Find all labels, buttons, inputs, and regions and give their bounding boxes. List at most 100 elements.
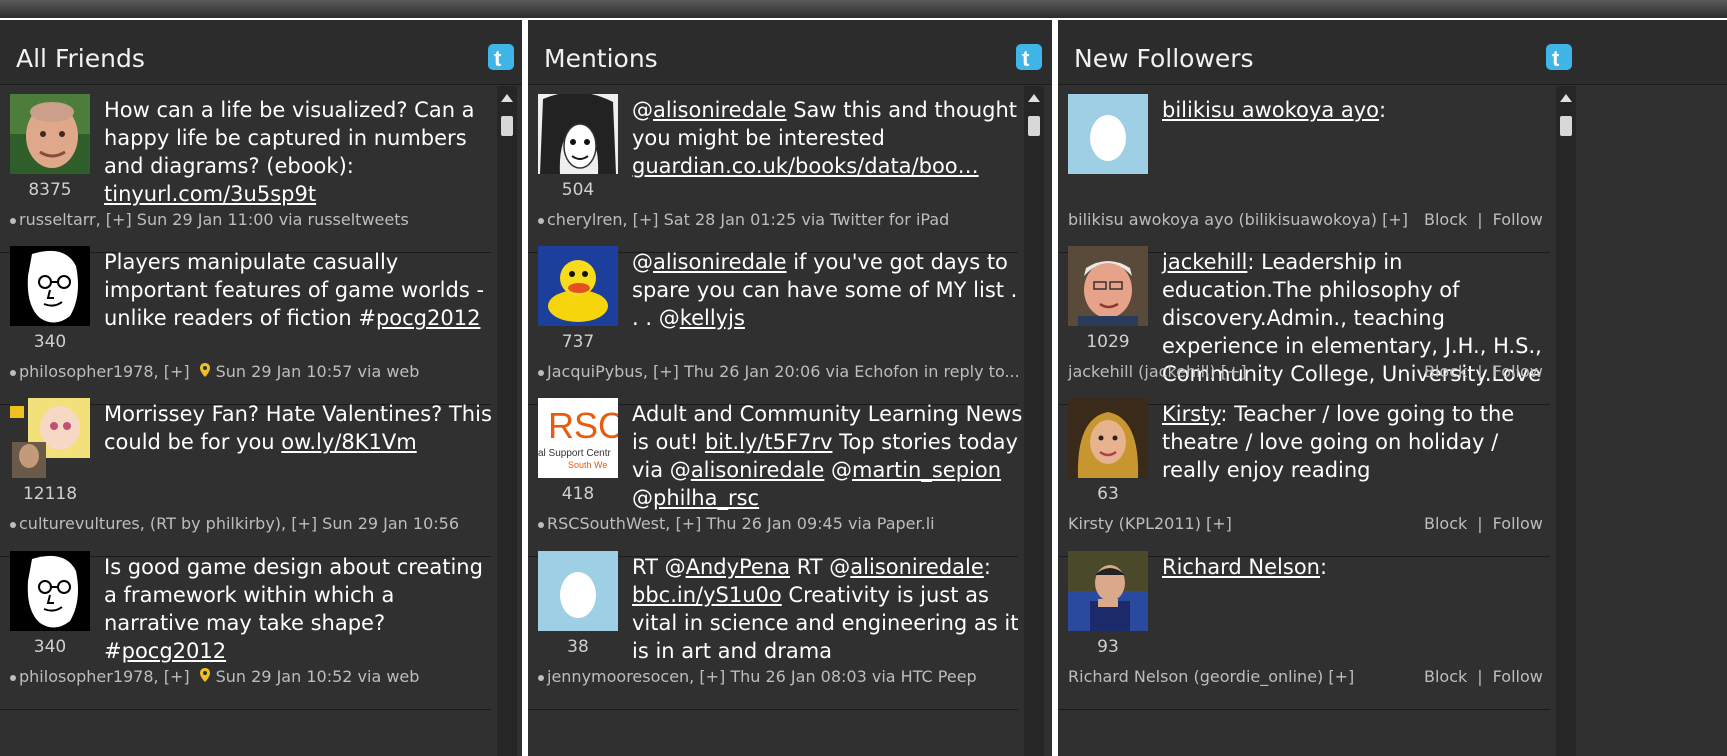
block-button[interactable]: Block	[1424, 667, 1467, 686]
tweet-link[interactable]: philha_rsc	[653, 486, 759, 510]
tweet-link[interactable]: alisoniredale	[653, 250, 787, 274]
tweet-meta: jackehill (jackehill) [+]	[1068, 362, 1247, 381]
tweet-item[interactable]: Is good game design about creating a fra…	[0, 543, 491, 710]
tweet-link[interactable]: jackehill	[1162, 250, 1247, 274]
follower-count: 340	[33, 637, 67, 657]
tweet-item[interactable]: @alisoniredale Saw this and thought you …	[528, 86, 1018, 253]
scroll-up-arrow-icon[interactable]	[1560, 94, 1572, 102]
scroll-up-arrow-icon[interactable]	[1028, 94, 1040, 102]
meta-text: culturevultures, (RT by philkirby), [+] …	[19, 514, 459, 533]
avatar[interactable]	[10, 398, 90, 478]
follower-count: 93	[1097, 637, 1119, 657]
location-pin-icon[interactable]	[199, 362, 210, 381]
twitter-icon[interactable]: t	[488, 42, 514, 72]
tweet-text-segment: RT @	[790, 555, 851, 579]
tweet-link[interactable]: AndyPena	[686, 555, 790, 579]
bullet-icon	[10, 674, 16, 681]
tweet-item[interactable]: Richard Nelson: 93 Richard Nelson (geordie…	[1058, 543, 1550, 710]
bullet-icon	[10, 521, 16, 528]
bullet-icon	[538, 369, 544, 376]
tweet-text-segment: :	[1379, 98, 1387, 122]
block-button[interactable]: Block	[1424, 362, 1467, 381]
tweet-text: Richard Nelson:	[1162, 553, 1554, 581]
scroll-up-arrow-icon[interactable]	[501, 94, 513, 102]
twitter-icon[interactable]: t	[1546, 42, 1572, 72]
tweet-link[interactable]: alisoniredale	[850, 555, 984, 579]
bullet-icon	[538, 674, 544, 681]
tweet-text: Kirsty: Teacher / love going to the thea…	[1162, 400, 1554, 484]
meta-time: Sun 29 Jan 10:57 via web	[215, 362, 420, 381]
scroll-thumb[interactable]	[501, 116, 513, 136]
scroll-thumb[interactable]	[1028, 116, 1040, 136]
scroll-thumb[interactable]	[1560, 116, 1572, 136]
avatar[interactable]	[1068, 398, 1148, 478]
tweet-link[interactable]: alisoniredale	[653, 98, 787, 122]
avatar[interactable]	[538, 246, 618, 326]
tweet-item[interactable]: jackehill: Leadership in education.The p…	[1058, 238, 1550, 405]
follower-actions: Block | Follow	[1424, 362, 1543, 381]
meta-text: russeltarr, [+] Sun 29 Jan 11:00 via rus…	[19, 210, 409, 229]
tweet-link[interactable]: kellyjs	[680, 306, 745, 330]
tweet-item[interactable]: RT @AndyPena RT @alisoniredale: bbc.in/y…	[528, 543, 1018, 710]
svg-text:al Support Centr: al Support Centr	[538, 448, 611, 459]
tweet-meta: Kirsty (KPL2011) [+]	[1068, 514, 1232, 533]
tweet-link[interactable]: bbc.in/yS1u0o	[632, 583, 782, 607]
meta-user[interactable]: philosopher1978, [+]	[19, 362, 190, 381]
follow-button[interactable]: Follow	[1493, 210, 1543, 229]
scrollbar[interactable]	[497, 86, 517, 756]
avatar[interactable]	[1068, 94, 1148, 174]
follower-count: 1029	[1086, 332, 1130, 352]
avatar[interactable]	[538, 94, 618, 174]
tweet-text: @alisoniredale if you've got days to spa…	[632, 248, 1028, 332]
tweet-link[interactable]: bit.ly/t5F7rv	[705, 430, 833, 454]
scrollbar[interactable]	[1556, 86, 1576, 756]
avatar[interactable]	[10, 94, 90, 174]
avatar[interactable]	[10, 246, 90, 326]
tweet-item[interactable]: bilikisu awokoya ayo: bilikisu awokoya ay…	[1058, 86, 1550, 253]
tweet-text-segment: @	[632, 98, 653, 122]
svg-text:t: t	[494, 46, 502, 71]
tweet-item[interactable]: @alisoniredale if you've got days to spa…	[528, 238, 1020, 405]
follow-button[interactable]: Follow	[1493, 514, 1543, 533]
tweet-link[interactable]: Kirsty	[1162, 402, 1220, 426]
follow-button[interactable]: Follow	[1493, 667, 1543, 686]
tweet-text: Morrissey Fan? Hate Valentines? This cou…	[104, 400, 496, 456]
tweet-item[interactable]: RSC al Support Centr South We Adult and Com…	[528, 390, 1022, 557]
follow-button[interactable]: Follow	[1493, 362, 1543, 381]
follower-count: 504	[561, 180, 595, 200]
tweet-text-segment: :	[983, 555, 991, 579]
svg-text:t: t	[1552, 46, 1560, 71]
tweet-item[interactable]: Morrissey Fan? Hate Valentines? This cou…	[0, 390, 492, 557]
column-new-followers: New Followers t bilikisu awokoya ayo: bilik…	[1058, 20, 1727, 756]
tweet-link[interactable]: Richard Nelson	[1162, 555, 1320, 579]
bullet-icon	[538, 217, 544, 224]
meta-user[interactable]: philosopher1978, [+]	[19, 667, 190, 686]
tweet-text: Adult and Community Learning News is out…	[632, 400, 1028, 512]
avatar[interactable]	[1068, 246, 1148, 326]
tweet-link[interactable]: martin_sepion	[852, 458, 1001, 482]
avatar[interactable]	[538, 551, 618, 631]
avatar[interactable]	[10, 551, 90, 631]
tweet-text: Players manipulate casually important fe…	[104, 248, 496, 332]
twitter-icon[interactable]: t	[1016, 42, 1042, 72]
tweet-link[interactable]: bilikisu awokoya ayo	[1162, 98, 1379, 122]
bullet-icon	[10, 217, 16, 224]
block-button[interactable]: Block	[1424, 210, 1467, 229]
follower-actions: Block | Follow	[1424, 210, 1543, 229]
tweet-link[interactable]: guardian.co.uk/books/data/boo…	[632, 154, 979, 178]
tweet-item[interactable]: Players manipulate casually important fe…	[0, 238, 491, 405]
follower-count: 63	[1097, 484, 1119, 504]
tweet-link[interactable]: tinyurl.com/3u5sp9t	[104, 182, 316, 206]
tweet-link[interactable]: pocg2012	[376, 306, 481, 330]
location-pin-icon[interactable]	[199, 667, 210, 686]
block-button[interactable]: Block	[1424, 514, 1467, 533]
tweet-item[interactable]: Kirsty: Teacher / love going to the thea…	[1058, 390, 1550, 557]
tweet-link[interactable]: alisoniredale	[691, 458, 825, 482]
avatar[interactable]	[1068, 551, 1148, 631]
svg-text:South We: South We	[568, 460, 607, 470]
tweet-link[interactable]: ow.ly/8K1Vm	[281, 430, 416, 454]
tweet-item[interactable]: How can a life be visualized? Can a happ…	[0, 86, 491, 253]
avatar[interactable]: RSC al Support Centr South We	[538, 398, 618, 478]
svg-text:t: t	[1022, 46, 1030, 71]
tweet-link[interactable]: pocg2012	[122, 639, 227, 663]
